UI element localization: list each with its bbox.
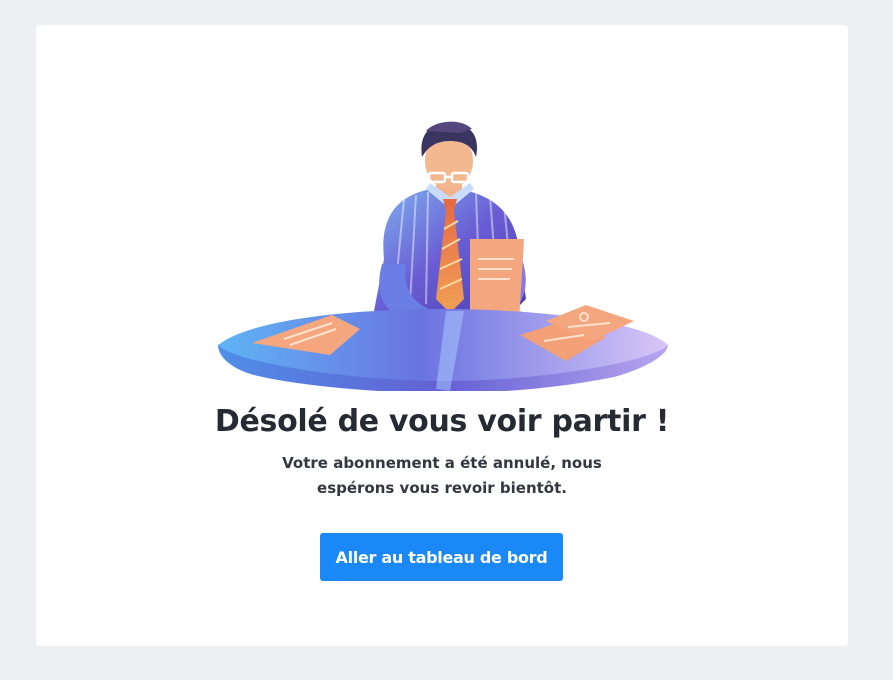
cancellation-card: Désolé de vous voir partir ! Votre abonn… — [36, 25, 848, 646]
businessman-reading-documents-icon — [218, 121, 668, 391]
page-title: Désolé de vous voir partir ! — [214, 404, 670, 439]
cancellation-message: Votre abonnement a été annulé, nous espé… — [282, 454, 602, 497]
go-to-dashboard-button[interactable]: Aller au tableau de bord — [320, 533, 563, 581]
